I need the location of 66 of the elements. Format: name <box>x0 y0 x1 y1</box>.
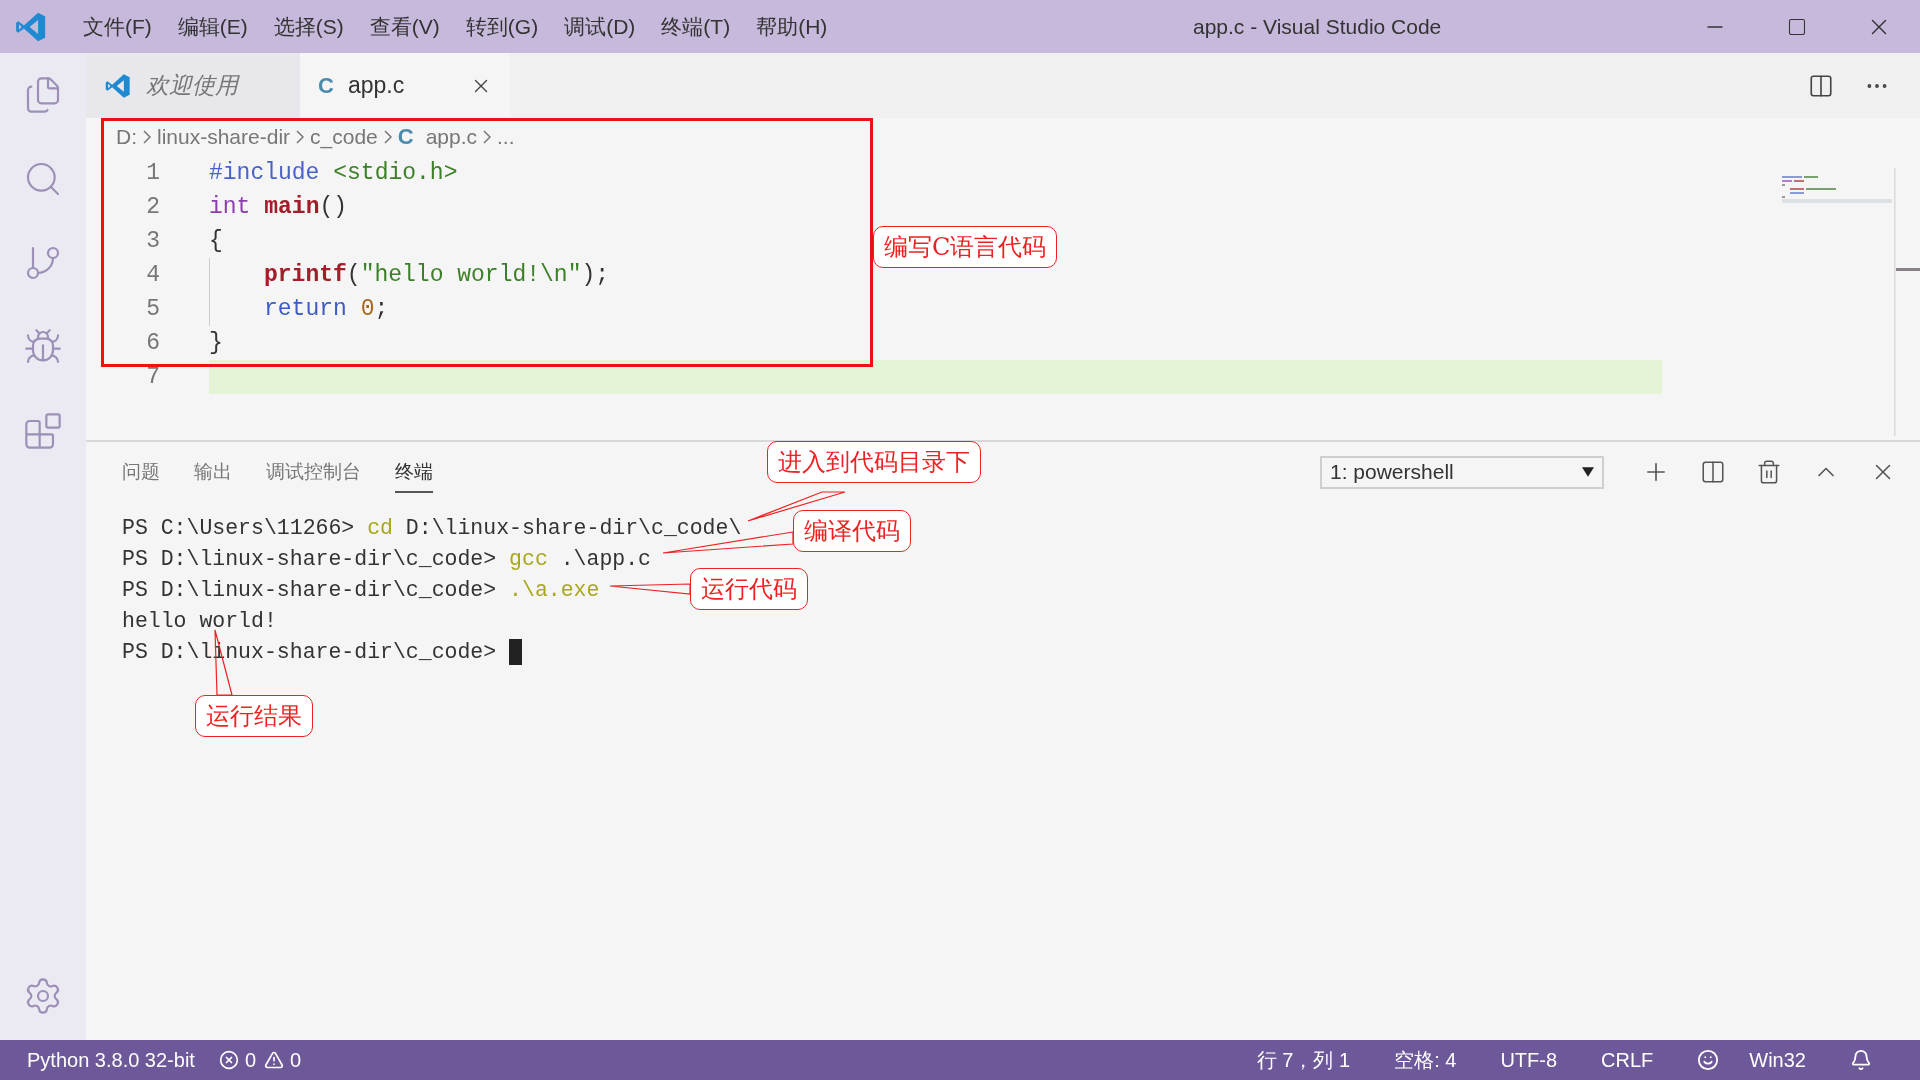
status-item[interactable]: Python 3.8.0 32-bit <box>27 1048 195 1072</box>
line-number: 1 <box>145 160 160 186</box>
code-line: { <box>209 228 223 254</box>
editor-tab[interactable]: 欢迎使用 <box>86 53 300 118</box>
menu-item[interactable]: 终端(T) <box>648 12 744 41</box>
code-line: printf("hello world!\n"); <box>264 262 610 288</box>
line-number: 3 <box>145 228 160 254</box>
chevron-icon <box>296 130 305 144</box>
maximize-icon[interactable] <box>1787 16 1807 37</box>
callout: 运行结果 <box>195 695 313 737</box>
c-file-icon: C <box>318 72 334 99</box>
split-terminal-icon[interactable] <box>1700 459 1726 485</box>
panel-tab[interactable]: 调试控制台 <box>266 451 361 493</box>
menu-item[interactable]: 调试(D) <box>551 12 649 41</box>
terminal-line: PS D:\linux-share-dir\c_code> .\a.exe <box>122 577 600 602</box>
status-item[interactable]: CRLF <box>1601 1048 1654 1072</box>
status-item[interactable]: UTF-8 <box>1500 1048 1558 1072</box>
callout: 进入到代码目录下 <box>767 441 981 483</box>
terminal-line: hello world! <box>122 608 277 633</box>
bell-icon[interactable] <box>1850 1049 1872 1071</box>
line-number: 4 <box>145 262 160 288</box>
error-count[interactable]: 0 <box>244 1048 256 1072</box>
editor-tab[interactable]: C app.c <box>300 53 510 118</box>
line-number: 2 <box>145 194 160 220</box>
panel-tab[interactable]: 问题 <box>122 451 160 493</box>
status-item[interactable]: Win32 <box>1749 1048 1806 1072</box>
menu-item[interactable]: 转到(G) <box>452 12 552 41</box>
status-item[interactable]: 行 7，列 1 <box>1256 1046 1351 1074</box>
smiley-icon[interactable] <box>1697 1049 1720 1071</box>
split-editor-icon[interactable] <box>1808 72 1834 99</box>
breadcrumb-item[interactable]: D: <box>116 125 137 149</box>
chevron-icon <box>383 130 392 144</box>
chevron-icon <box>483 130 492 144</box>
c-file-icon: C <box>397 124 414 150</box>
terminal-line: PS C:\Users\11266> cd D:\linux-share-dir\c_code\ <box>122 515 742 540</box>
breadcrumb-item[interactable]: ... <box>497 125 515 149</box>
menu-item[interactable]: 查看(V) <box>356 12 453 41</box>
line-number: 5 <box>145 296 160 322</box>
status-item[interactable]: 空格: 4 <box>1394 1046 1457 1074</box>
dropdown-caret-icon <box>1582 466 1594 478</box>
code-line: return 0; <box>264 296 389 322</box>
breadcrumb-item[interactable]: linux-share-dir <box>157 125 291 149</box>
error-icon <box>218 1050 239 1070</box>
breadcrumb-item[interactable]: app.c <box>425 125 478 149</box>
panel-tab[interactable]: 终端 <box>395 451 433 493</box>
line-number: 7 <box>145 364 160 390</box>
code-line: int main() <box>209 194 348 220</box>
menu-item[interactable]: 选择(S) <box>260 12 357 41</box>
code-line: } <box>209 330 223 356</box>
menu-item[interactable]: 编辑(E) <box>164 12 261 41</box>
warning-count[interactable]: 0 <box>290 1048 302 1072</box>
warning-icon <box>264 1050 284 1070</box>
trash-icon[interactable] <box>1756 459 1782 485</box>
terminal-line: PS D:\linux-share-dir\c_code> gcc .\app.c <box>122 546 651 571</box>
breadcrumb-item[interactable]: c_code <box>310 125 378 149</box>
chevron-icon <box>143 130 151 144</box>
line-number: 6 <box>145 330 160 356</box>
menu-item[interactable]: 帮助(H) <box>743 12 841 41</box>
terminal-select[interactable]: 1: powershell <box>1320 455 1604 489</box>
code-line: #include <stdio.h> <box>209 160 458 186</box>
menu-item[interactable]: 文件(F) <box>70 12 165 41</box>
callout: 运行代码 <box>690 568 808 610</box>
window-title: app.c - Visual Studio Code <box>1192 14 1443 39</box>
panel-tab[interactable]: 输出 <box>194 451 232 493</box>
callout: 编译代码 <box>793 510 911 552</box>
callout: 编写C语言代码 <box>873 226 1058 268</box>
